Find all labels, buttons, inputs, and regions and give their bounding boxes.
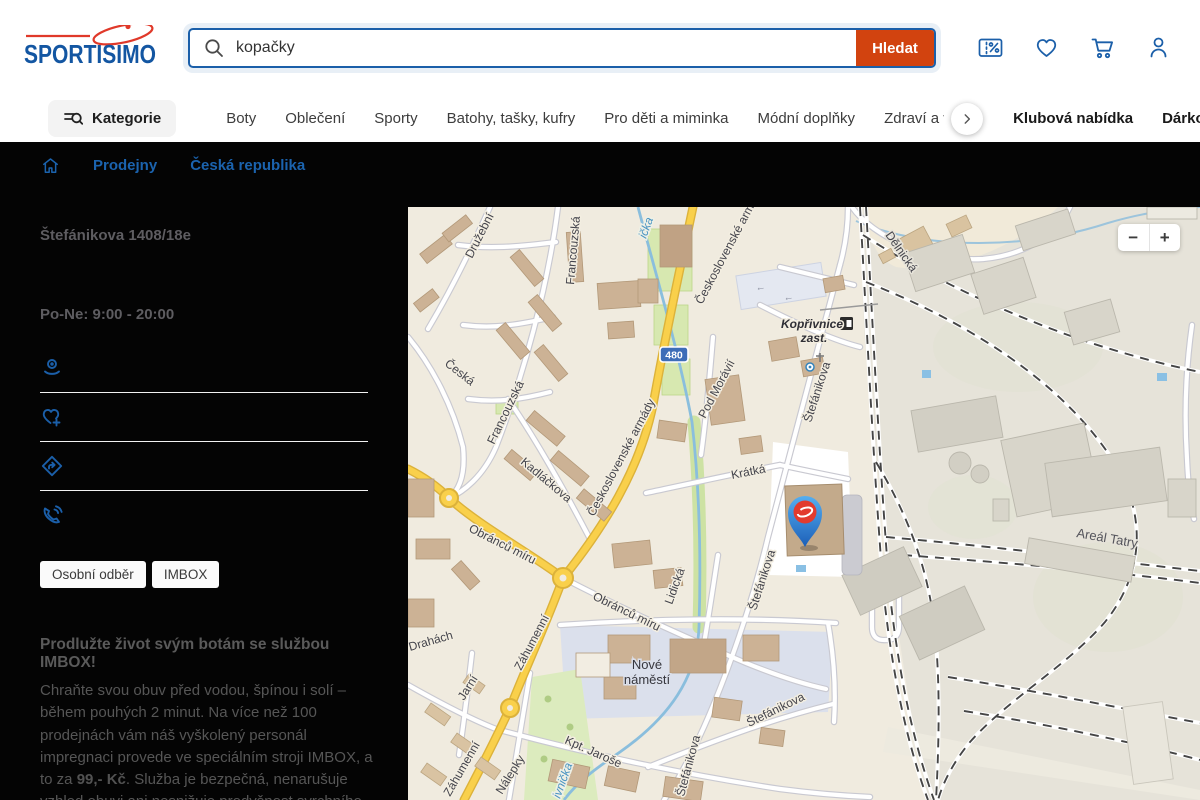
map-zoom-controls: − + [1118,224,1180,251]
imbox-price: 99,- Kč [76,771,126,789]
store-location-row[interactable] [40,344,368,393]
zoom-in-button[interactable]: + [1150,224,1181,251]
location-pin-icon [44,359,60,375]
svg-text:náměstí: náměstí [624,672,671,687]
sportisimo-logo[interactable]: SPORTISIMO [24,25,158,69]
nav-item-boty[interactable]: Boty [226,110,256,127]
store-address: Štefánikova 1408/18e [40,227,191,244]
svg-text:zast.: zast. [800,331,828,345]
nav-item-batohy[interactable]: Batohy, tašky, kufry [447,110,576,127]
nav-item-darkova-karta[interactable]: Dárková karta [1162,110,1200,127]
marker-logo-circle [793,500,817,524]
svg-text:Kopřivnice: Kopřivnice [781,317,843,331]
tag-imbox: IMBOX [151,561,220,588]
account-icon[interactable] [1145,34,1172,61]
search-button[interactable]: Hledat [856,30,934,66]
store-favorite-row[interactable] [40,393,368,442]
tag-osobni-odber: Osobní odběr [40,561,146,588]
svg-text:←: ← [783,292,795,304]
nav-item-zdravi[interactable]: Zdraví a výživa [884,110,944,127]
directions-icon [41,455,63,477]
store-phone-row[interactable] [40,491,368,540]
store-opening-hours: Po-Ne: 9:00 - 20:00 [40,306,175,323]
nav-item-modni-doplnky[interactable]: Módní doplňky [758,110,856,127]
svg-text:480: 480 [665,350,683,362]
categories-button[interactable]: Kategorie [48,100,177,137]
list-search-icon [64,112,83,125]
logo-swoosh-dot [125,25,131,30]
nav-scroll-right-button[interactable] [951,102,984,135]
header: SPORTISIMO Hledat [0,0,1200,95]
search-input[interactable] [225,30,856,66]
wishlist-icon[interactable] [1033,34,1060,61]
imbox-description: Chraňte svou obuv před vodou, špínou i s… [40,680,374,800]
svg-text:Nové: Nové [632,657,662,672]
store-service-tags: Osobní odběr IMBOX [40,561,220,588]
breadcrumb-prodejny[interactable]: Prodejny [93,157,157,174]
search-bar: Hledat [188,28,936,68]
svg-text:←: ← [755,282,767,294]
store-action-list [40,344,368,540]
store-map[interactable]: − + ← ← Družební Francouzská Francouzská… [408,207,1200,800]
voucher-icon[interactable] [977,34,1004,61]
logo-text: SPORTISIMO [24,39,156,69]
map-canvas[interactable]: ← ← Družební Francouzská Francouzská Čes… [408,207,1200,800]
store-directions-row[interactable] [40,442,368,491]
breadcrumb-ceska-republika[interactable]: Česká republika [190,157,305,174]
nav-item-pro-deti[interactable]: Pro děti a miminka [604,110,728,127]
categories-label: Kategorie [92,110,162,127]
store-detail-section: Prodejny Česká republika Štefánikova 140… [0,142,1200,800]
header-actions [977,34,1172,61]
imbox-heading: Prodlužte život svým botám se službou IM… [40,636,330,671]
cart-icon[interactable] [1089,34,1116,61]
nav-item-sporty[interactable]: Sporty [374,110,417,127]
search-icon [190,30,225,66]
phone-icon [43,504,63,523]
breadcrumb: Prodejny Česká republika [41,156,305,175]
nav-item-obleceni[interactable]: Oblečení [285,110,345,127]
heart-plus-icon [42,409,61,427]
nav-items: Boty Oblečení Sporty Batohy, tašky, kufr… [226,102,1200,135]
main-nav: Kategorie Boty Oblečení Sporty Batohy, t… [0,95,1200,142]
road-badge-480: 480 [659,346,689,363]
home-icon[interactable] [41,156,60,175]
nav-item-klubova-nabidka[interactable]: Klubová nabídka [1013,110,1133,127]
zoom-out-button[interactable]: − [1118,224,1150,251]
chevron-right-icon [964,113,971,124]
